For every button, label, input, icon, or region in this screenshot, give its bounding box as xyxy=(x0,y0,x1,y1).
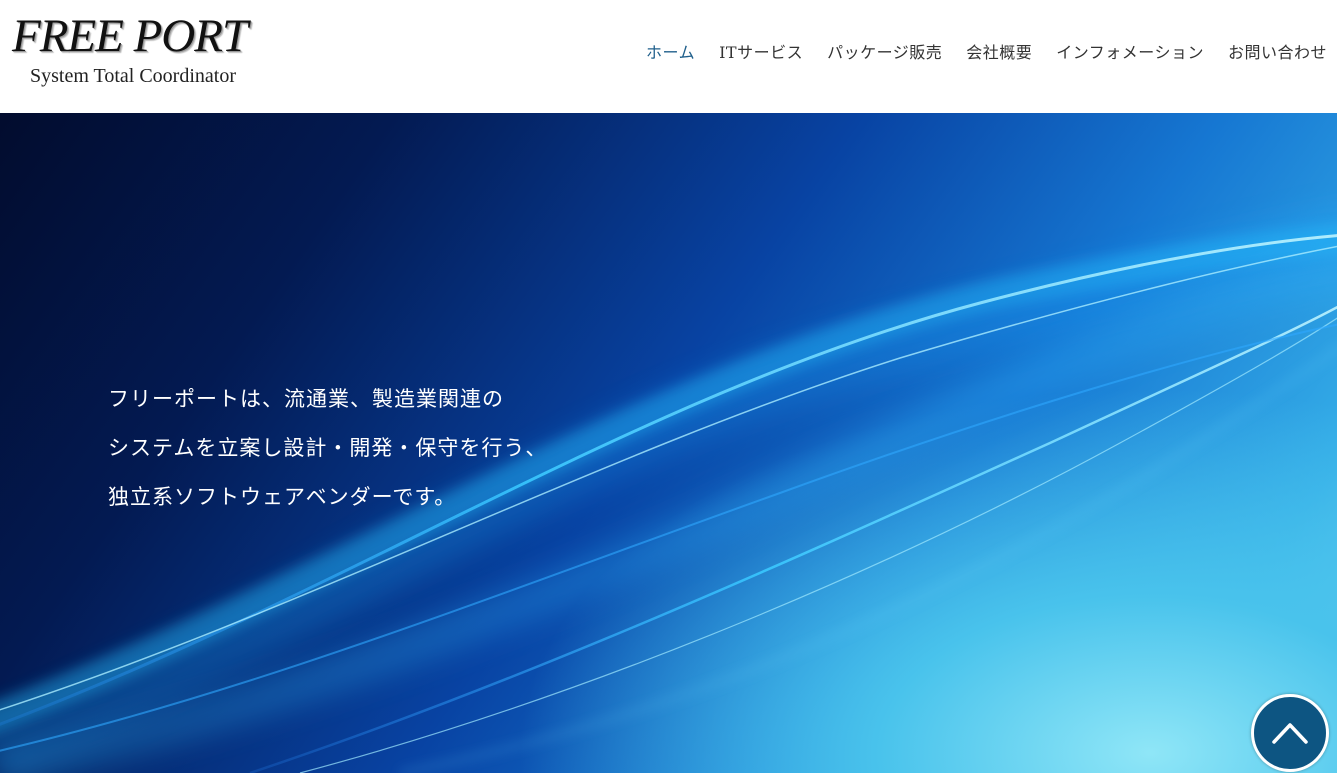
hero-banner: フリーポートは、流通業、製造業関連の システムを立案し設計・開発・保守を行う、 … xyxy=(0,113,1337,773)
scroll-to-top-button[interactable] xyxy=(1251,694,1329,772)
nav-item-company[interactable]: 会社概要 xyxy=(954,40,1044,66)
logo-subtitle: System Total Coordinator xyxy=(30,65,236,87)
chevron-up-icon xyxy=(1272,723,1308,744)
tagline-line-3: 独立系ソフトウェアベンダーです。 xyxy=(108,485,457,509)
nav-item-it-service[interactable]: ITサービス xyxy=(707,40,815,66)
logo-name: FREE PORT xyxy=(12,10,248,62)
hero-tagline: フリーポートは、流通業、製造業関連の システムを立案し設計・開発・保守を行う、 … xyxy=(108,375,547,522)
nav-item-package[interactable]: パッケージ販売 xyxy=(815,40,954,66)
site-header: FREE PORT System Total Coordinator ホーム I… xyxy=(0,0,1337,113)
nav-item-information[interactable]: インフォメーション xyxy=(1044,40,1216,66)
nav-item-contact[interactable]: お問い合わせ xyxy=(1216,40,1327,66)
tagline-line-1: フリーポートは、流通業、製造業関連の xyxy=(108,387,504,411)
tagline-line-2: システムを立案し設計・開発・保守を行う、 xyxy=(108,436,548,460)
logo[interactable]: FREE PORT System Total Coordinator xyxy=(12,8,272,98)
main-nav: ホーム ITサービス パッケージ販売 会社概要 インフォメーション お問い合わせ xyxy=(634,40,1327,66)
nav-item-home[interactable]: ホーム xyxy=(634,40,707,66)
